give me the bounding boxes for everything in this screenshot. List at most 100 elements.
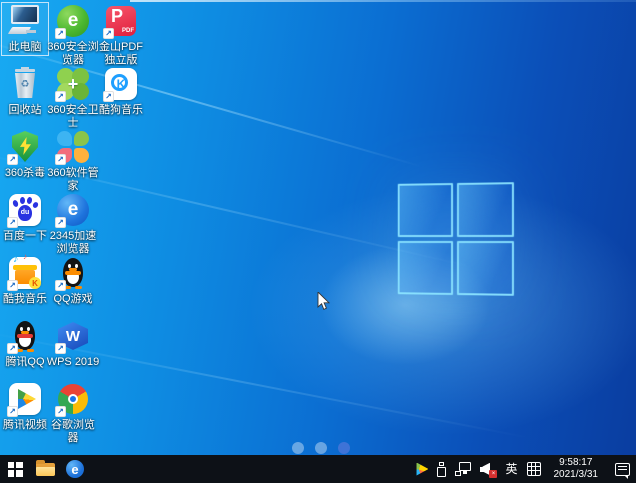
tencent-video-icon — [7, 381, 43, 417]
desktop-icon-label: 360安全卫士 — [47, 104, 99, 129]
desktop-icon-360-guard[interactable]: + 360安全卫士 — [47, 66, 99, 130]
desktop-icon-label: 回收站 — [8, 104, 42, 116]
desktop-icon-label: 酷我音乐 — [3, 293, 47, 305]
desktop-icon-label: 360软件管家 — [47, 167, 99, 192]
shortcut-arrow-icon — [7, 217, 18, 228]
taskbar-clock[interactable]: 9:58:17 2021/3/31 — [550, 457, 603, 481]
volume-muted-tray-icon[interactable] — [480, 462, 498, 478]
shortcut-arrow-icon — [7, 343, 18, 354]
desktop-icon-label: 谷歌浏览器 — [51, 419, 95, 444]
clock-date: 2021/3/31 — [553, 469, 599, 480]
desktop-icon-label: 腾讯QQ — [5, 356, 45, 368]
file-explorer-button[interactable] — [30, 455, 60, 483]
pager-dot-3-active[interactable] — [338, 442, 350, 454]
desktop-icon-label: 2345加速浏览器 — [49, 230, 97, 255]
wallpaper-top-light — [130, 0, 636, 2]
desktop-icon-label: 腾讯视频 — [3, 419, 47, 431]
recycle-bin-icon — [7, 66, 43, 102]
windows-logo-pane — [397, 183, 454, 238]
desktop-icon-baidu[interactable]: du 百度一下 — [2, 192, 48, 243]
kuwo-music-icon: K — [7, 255, 43, 291]
desktop-icon-2345-browser[interactable]: e 2345加速浏览器 — [50, 192, 96, 256]
kuwo-k-glyph: K — [29, 277, 41, 289]
desktop-icon-kugou-music[interactable]: K 酷狗音乐 — [98, 66, 144, 117]
shortcut-arrow-icon — [7, 154, 18, 165]
shortcut-arrow-icon — [103, 91, 114, 102]
360-manager-icon — [55, 129, 91, 165]
shortcut-arrow-icon — [103, 28, 114, 39]
desktop-icon-label: QQ游戏 — [53, 293, 93, 305]
desktop-icon-label: 360杀毒 — [4, 167, 46, 179]
taskbar: e 英 9:58:17 2021/3/31 — [0, 455, 636, 483]
shortcut-arrow-icon — [55, 28, 66, 39]
desktop-icon-label: 酷狗音乐 — [99, 104, 143, 116]
desktop-icon-360-antivirus[interactable]: 360杀毒 — [2, 129, 48, 180]
desktop-icon-label: 金山PDF独立版 — [99, 41, 143, 66]
desktop-icon-label: WPS 2019 — [46, 356, 100, 368]
desktop-icon-tencent-qq[interactable]: 腾讯QQ — [2, 318, 48, 369]
shortcut-arrow-icon — [55, 154, 66, 165]
chrome-icon — [55, 381, 91, 417]
desktop-icon-qq-games[interactable]: QQ游戏 — [50, 255, 96, 306]
tencent-qq-icon — [7, 318, 43, 354]
kingsoft-pdf-icon: P PDF — [103, 3, 139, 39]
browser-2345-taskbar-button[interactable]: e — [60, 455, 90, 483]
taskbar-left: e — [0, 455, 90, 483]
windows-logo — [397, 182, 514, 296]
360-guard-icon: + — [55, 66, 91, 102]
windows-logo-pane — [456, 182, 514, 237]
pdf-text: PDF — [122, 28, 134, 34]
music-note-icon — [23, 252, 27, 261]
browser-e-icon: e — [66, 460, 84, 478]
windows-start-icon — [7, 461, 23, 477]
usb-device-tray-icon[interactable] — [437, 461, 447, 477]
start-button[interactable] — [0, 455, 30, 483]
ime-language-indicator[interactable]: 英 — [505, 455, 517, 483]
mouse-cursor — [317, 292, 331, 311]
shortcut-arrow-icon — [55, 280, 66, 291]
network-tray-icon[interactable] — [455, 462, 472, 476]
folder-icon — [35, 459, 55, 476]
desktop-icon-360-manager[interactable]: 360软件管家 — [47, 129, 99, 193]
desktop-icon-label: 百度一下 — [3, 230, 47, 242]
baidu-du-glyph: du — [20, 209, 30, 216]
system-tray: 英 9:58:17 2021/3/31 — [415, 455, 636, 483]
windows-logo-pane — [397, 240, 454, 295]
desktop-icon-label: 此电脑 — [8, 41, 42, 53]
desktop-icon-kingsoft-pdf[interactable]: P PDF 金山PDF独立版 — [98, 3, 144, 67]
pager-dot-2[interactable] — [315, 442, 327, 454]
windows-desktop: 此电脑 e 360安全浏览器 P PDF 金山PDF独立版 回收站 + 360安… — [0, 0, 636, 483]
baidu-icon: du — [7, 192, 43, 228]
qq-games-icon — [55, 255, 91, 291]
windows-logo-pane — [456, 241, 514, 296]
ime-mode-grid-icon[interactable] — [526, 462, 541, 476]
shortcut-arrow-icon — [55, 217, 66, 228]
wps-2019-icon: W — [55, 318, 91, 354]
recycle-symbol-icon — [7, 79, 43, 90]
pdf-p-glyph: P — [111, 6, 124, 26]
desktop-icon-360-browser[interactable]: e 360安全浏览器 — [47, 3, 99, 67]
desktop-icon-recycle-bin[interactable]: 回收站 — [2, 66, 48, 117]
desktop-icon-tencent-video[interactable]: 腾讯视频 — [2, 381, 48, 432]
tencent-video-tray-icon[interactable] — [416, 462, 429, 476]
shortcut-arrow-icon — [7, 280, 18, 291]
shortcut-arrow-icon — [55, 406, 66, 417]
desktop-icon-this-pc[interactable]: 此电脑 — [1, 2, 49, 56]
desktop-icon-kuwo-music[interactable]: K 酷我音乐 — [2, 255, 48, 306]
desktop-icon-chrome[interactable]: 谷歌浏览器 — [50, 381, 96, 445]
shortcut-arrow-icon — [55, 91, 66, 102]
clock-time: 9:58:17 — [559, 457, 593, 468]
shortcut-arrow-icon — [7, 406, 18, 417]
desktop-icon-label: 360安全浏览器 — [47, 41, 99, 66]
this-pc-icon — [7, 3, 43, 39]
music-note-icon — [13, 253, 19, 265]
pager-dot-1[interactable] — [292, 442, 304, 454]
desktop-icon-wps-2019[interactable]: W WPS 2019 — [47, 318, 99, 369]
2345-browser-icon: e — [55, 192, 91, 228]
360-browser-icon: e — [55, 3, 91, 39]
action-center-icon[interactable] — [615, 462, 630, 479]
360-antivirus-icon — [7, 129, 43, 165]
kugou-music-icon: K — [103, 66, 139, 102]
mute-badge-icon — [489, 469, 498, 478]
shortcut-arrow-icon — [55, 343, 66, 354]
